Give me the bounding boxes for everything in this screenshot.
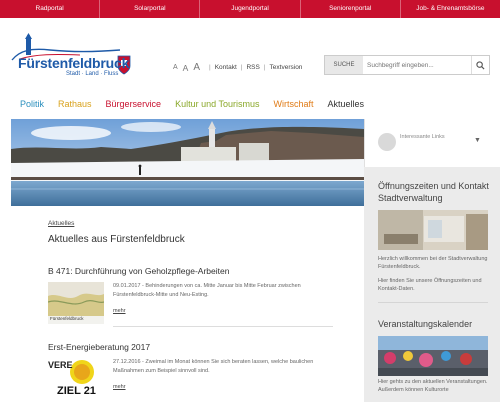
news-more-link[interactable]: mehr bbox=[113, 308, 126, 314]
search-label: SUCHE bbox=[325, 56, 363, 74]
news-thumbnail-label-bottom: ZIEL 21 bbox=[57, 385, 96, 397]
font-size-large-button[interactable]: A bbox=[193, 62, 200, 73]
chevron-down-icon[interactable]: ▼ bbox=[474, 137, 481, 144]
sidebar-hours-text2: Hier finden Sie unsere Öffnungszeiten un… bbox=[378, 278, 482, 293]
page-title: Aktuelles aus Fürstenfeldbruck bbox=[48, 234, 185, 245]
news-summary: 09.01.2017 - Behinderungen von ca. Mitte… bbox=[113, 283, 301, 298]
news-title[interactable]: B 471: Durchführung von Geholzpflege-Arb… bbox=[48, 266, 338, 276]
sidebar-events-text: Hier gehts zu den aktuellen Veranstaltun… bbox=[378, 379, 488, 394]
font-size-small-button[interactable]: A bbox=[173, 64, 178, 71]
hero-image bbox=[11, 119, 364, 206]
textversion-link[interactable]: Textversion bbox=[270, 64, 303, 71]
nav-item-wirtschaft[interactable]: Wirtschaft bbox=[273, 99, 313, 109]
font-size-medium-button[interactable]: A bbox=[183, 63, 189, 73]
search-icon bbox=[476, 60, 485, 70]
main-content: Aktuelles Aktuelles aus Fürstenfeldbruck… bbox=[48, 220, 338, 400]
separator: | bbox=[263, 64, 266, 71]
portal-link-jobboerse[interactable]: Job- & Ehrenamtsbörse bbox=[399, 0, 500, 18]
news-thumbnail-label: Fürstenfeldbruck bbox=[50, 316, 84, 321]
search-input[interactable] bbox=[363, 56, 471, 74]
separator: | bbox=[240, 64, 243, 71]
sidebar-hours-text: Herzlich willkommen bei der Stadtverwalt… bbox=[378, 256, 488, 271]
portal-bar: Radportal Solarportal Jugendportal Senio… bbox=[0, 0, 500, 18]
logo-subtitle: Stadt · Land · Fluss bbox=[66, 71, 119, 77]
sidebar-hours-image[interactable] bbox=[378, 210, 488, 250]
breadcrumb[interactable]: Aktuelles bbox=[48, 220, 338, 227]
rss-link[interactable]: RSS bbox=[246, 64, 259, 71]
portal-link-seniorenportal[interactable]: Seniorenportal bbox=[299, 0, 400, 18]
sidebar-hours-heading[interactable]: Öffnungszeiten und Kontakt Stadtverwaltu… bbox=[378, 180, 496, 204]
nav-item-kultur-tourismus[interactable]: Kultur und Tourismus bbox=[175, 99, 259, 109]
news-more-link[interactable]: mehr bbox=[113, 384, 126, 390]
nav-item-politik[interactable]: Politik bbox=[20, 99, 44, 109]
search-button[interactable] bbox=[471, 56, 489, 74]
sidebar-divider bbox=[378, 302, 488, 303]
news-thumbnail[interactable]: Fürstenfeldbruck bbox=[48, 282, 104, 324]
sidebar-events-image[interactable] bbox=[378, 336, 488, 376]
links-icon bbox=[378, 133, 396, 151]
news-thumbnail-label-top: VERE bbox=[48, 360, 73, 370]
main-nav: Politik Rathaus Bürgerservice Kultur und… bbox=[20, 99, 378, 109]
separator: | bbox=[209, 64, 211, 71]
portal-link-solarportal[interactable]: Solarportal bbox=[99, 0, 199, 18]
portal-link-radportal[interactable]: Radportal bbox=[0, 0, 99, 18]
news-divider bbox=[113, 326, 333, 327]
sidebar-events-heading[interactable]: Veranstaltungskalender bbox=[378, 318, 496, 330]
nav-item-aktuelles[interactable]: Aktuelles bbox=[327, 99, 364, 109]
news-item: B 471: Durchführung von Geholzpflege-Arb… bbox=[48, 266, 338, 327]
news-item: Erst-Energieberatung 2017 VERE ZIEL 21 2… bbox=[48, 342, 338, 400]
sidebar-links-label[interactable]: Interessante Links bbox=[400, 134, 460, 141]
news-summary: 27.12.2016 - Zweimal im Monat können Sie… bbox=[113, 359, 314, 374]
logo-title[interactable]: Fürstenfeldbruck bbox=[18, 55, 129, 71]
nav-item-buergerservice[interactable]: Bürgerservice bbox=[106, 99, 162, 109]
search-box: SUCHE bbox=[324, 55, 490, 75]
portal-link-jugendportal[interactable]: Jugendportal bbox=[199, 0, 299, 18]
header-tools: A A A | Kontakt | RSS | Textversion bbox=[173, 62, 302, 73]
contact-link[interactable]: Kontakt bbox=[215, 64, 237, 71]
news-thumbnail[interactable]: VERE ZIEL 21 bbox=[48, 358, 104, 400]
news-title[interactable]: Erst-Energieberatung 2017 bbox=[48, 342, 338, 352]
nav-item-rathaus[interactable]: Rathaus bbox=[58, 99, 92, 109]
